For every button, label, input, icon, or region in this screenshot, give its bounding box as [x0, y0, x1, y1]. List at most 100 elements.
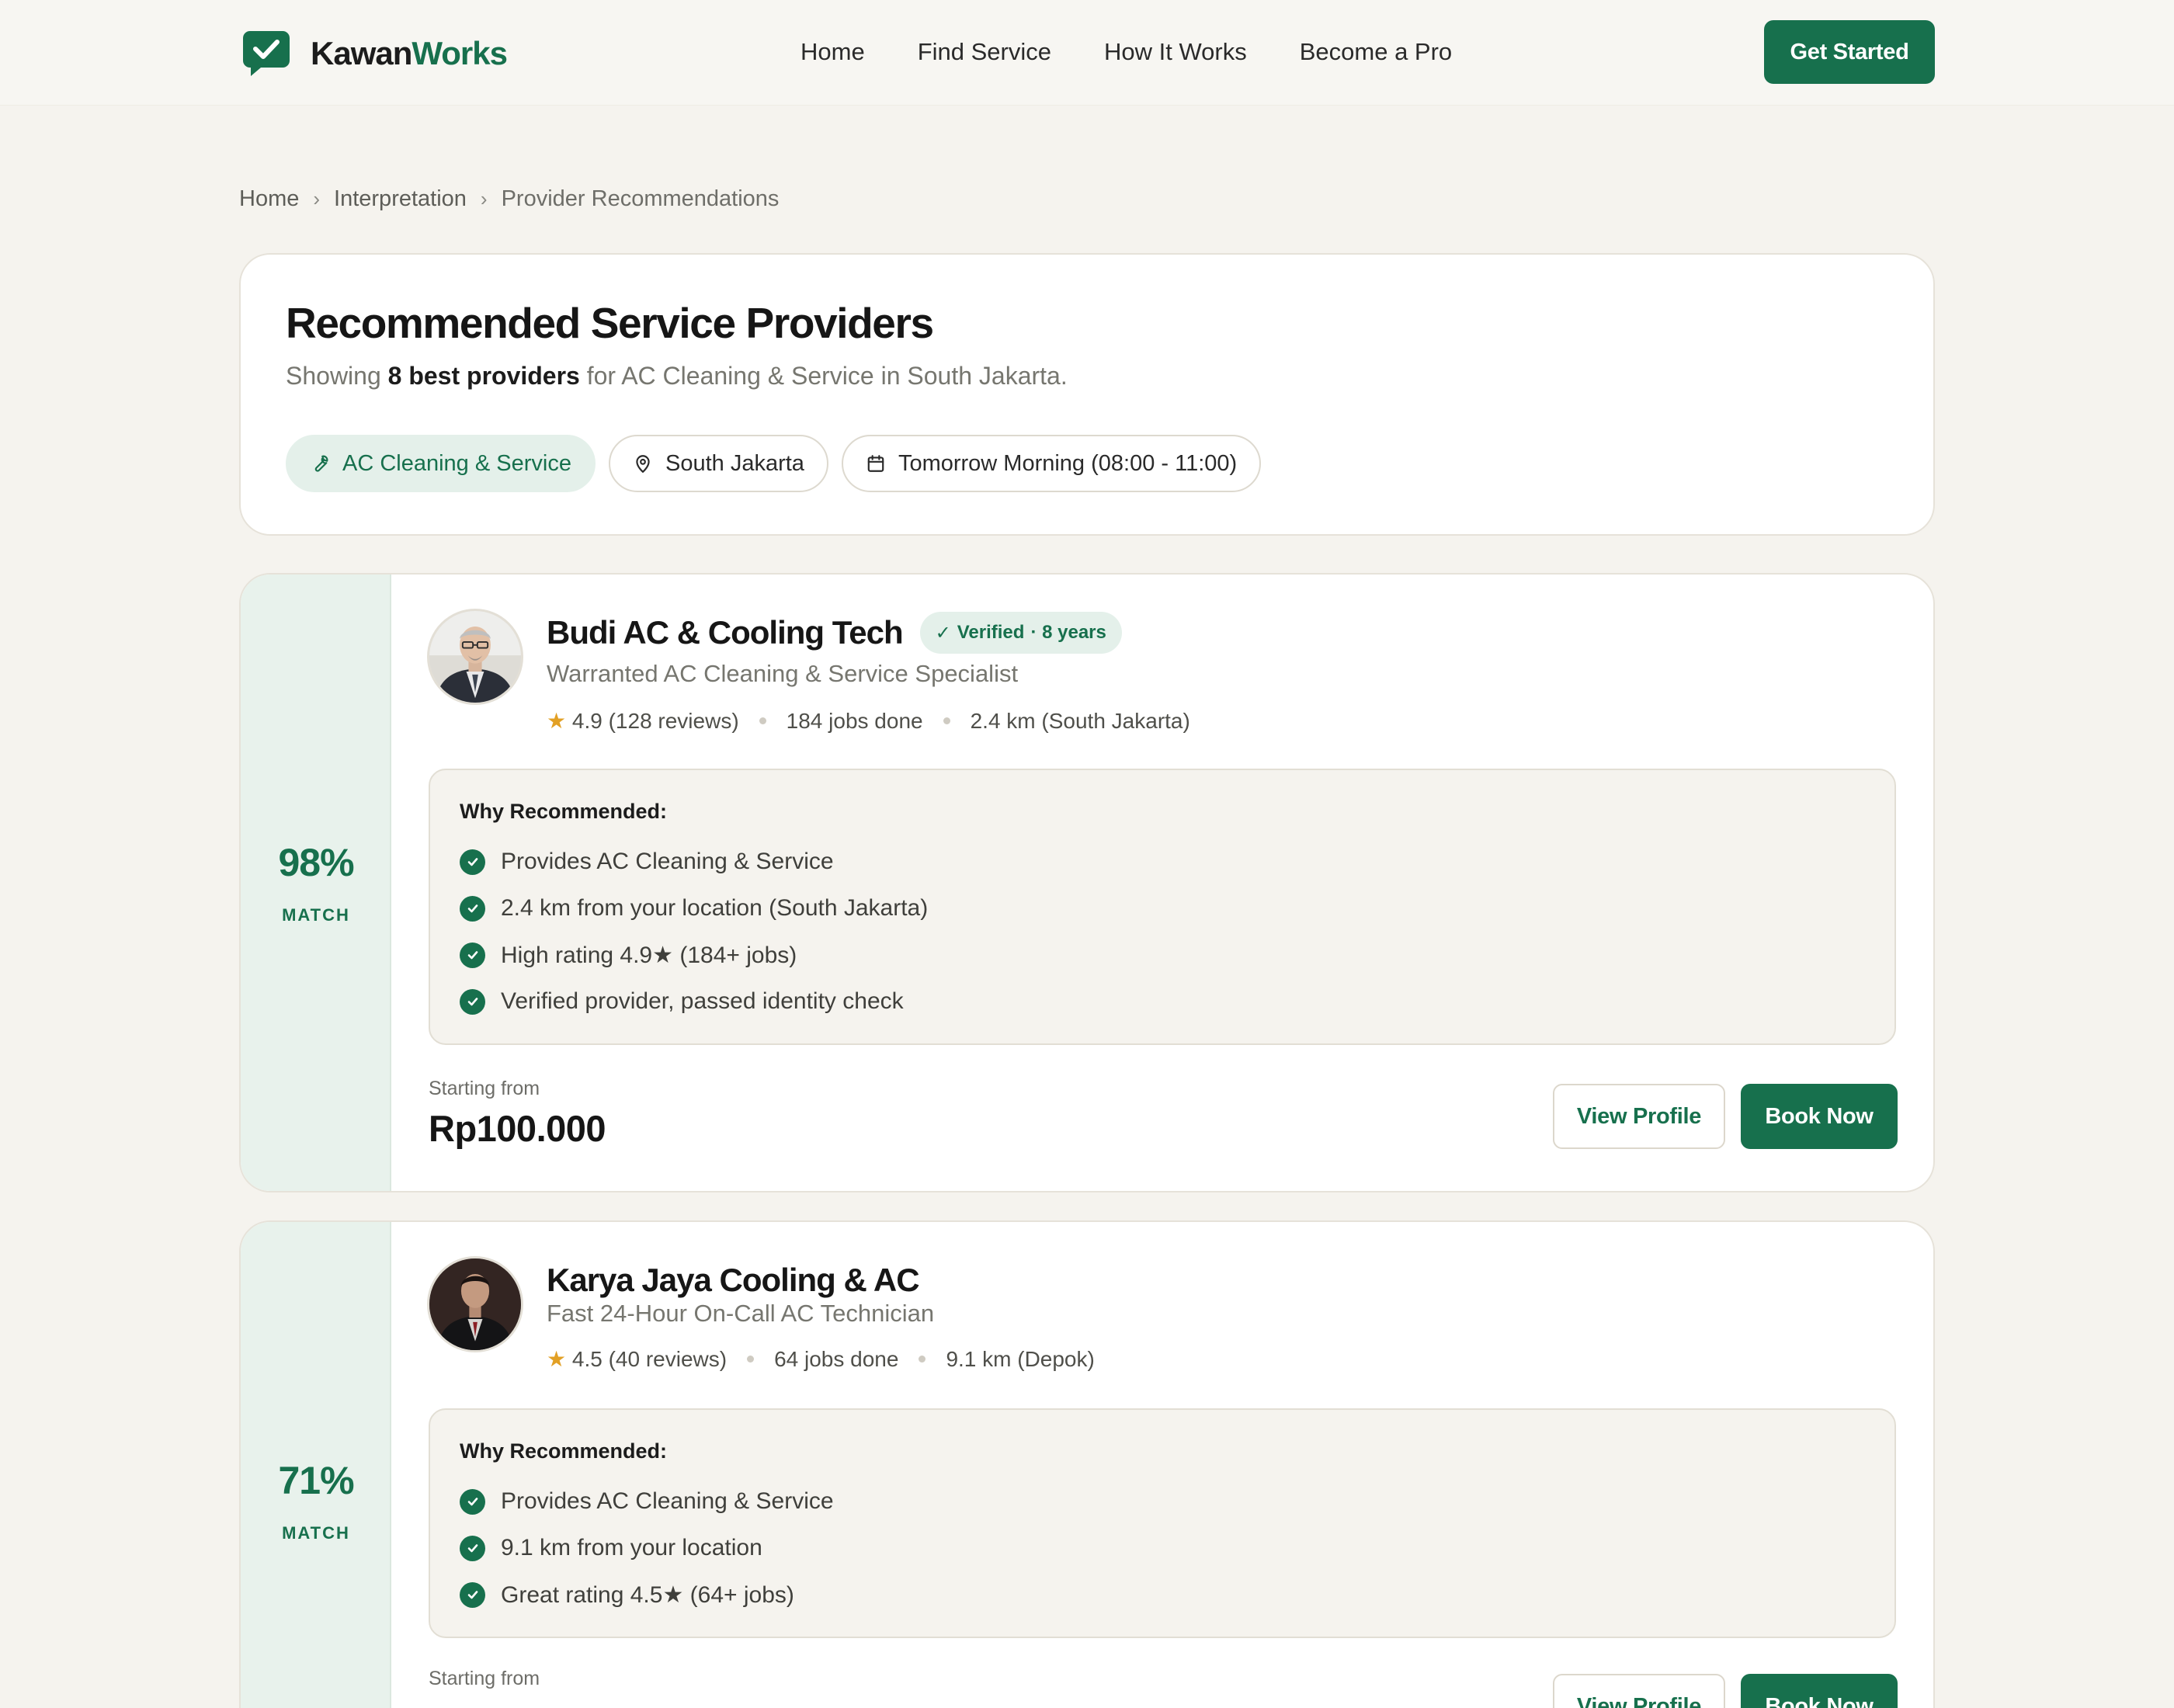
view-profile-button[interactable]: View Profile	[1553, 1084, 1725, 1149]
provider-name[interactable]: Budi AC & Cooling Tech	[547, 614, 904, 651]
separator-dot	[943, 717, 950, 724]
check-circle-icon	[460, 1581, 485, 1608]
page-title: Recommended Service Providers	[286, 299, 934, 347]
match-score-panel: 98% MATCH	[241, 575, 391, 1191]
years-label: · 8 years	[1030, 622, 1106, 643]
view-profile-button[interactable]: View Profile	[1553, 1674, 1725, 1708]
reason-item: Provides AC Cleaning & Service	[460, 838, 928, 885]
price-label: Starting from	[429, 1078, 540, 1099]
check-circle-icon	[460, 1488, 485, 1515]
provider-photo	[429, 1258, 521, 1350]
subtitle-suffix: for AC Cleaning & Service in South Jakar…	[586, 362, 1068, 390]
nav-become-a-pro[interactable]: Become a Pro	[1300, 38, 1452, 66]
chat-check-logo-icon	[243, 31, 290, 76]
why-recommended-box: Why Recommended: Provides AC Cleaning & …	[429, 1408, 1896, 1638]
main-nav: Home Find Service How It Works Become a …	[800, 33, 1452, 71]
match-score-panel: 71% MATCH	[241, 1222, 391, 1708]
reasons-list: Provides AC Cleaning & Service 9.1 km fr…	[460, 1478, 834, 1618]
separator-dot	[919, 1356, 926, 1363]
results-subtitle: Showing 8 best providers for AC Cleaning…	[286, 362, 1068, 391]
results-summary-card: Recommended Service Providers Showing 8 …	[239, 253, 1935, 536]
breadcrumb-current: Provider Recommendations	[501, 186, 780, 211]
reason-text: 9.1 km from your location	[501, 1535, 762, 1560]
match-score-label: MATCH	[282, 905, 350, 925]
avatar[interactable]	[427, 1256, 523, 1352]
filter-chip-schedule[interactable]: Tomorrow Morning (08:00 - 11:00)	[841, 435, 1262, 492]
filter-chip-location[interactable]: South Jakarta	[608, 435, 828, 492]
check-circle-icon	[460, 849, 485, 875]
provider-card: 98% MATCH Budi AC & Cooling Tech ✓ Verif…	[239, 573, 1935, 1192]
breadcrumb-interpretation[interactable]: Interpretation	[334, 186, 467, 212]
provider-name-row: Budi AC & Cooling Tech ✓ Verified · 8 ye…	[547, 606, 1122, 660]
breadcrumb: Home › Interpretation › Provider Recomme…	[239, 183, 779, 214]
get-started-button[interactable]: Get Started	[1764, 20, 1935, 84]
verified-badge: ✓ Verified · 8 years	[919, 612, 1122, 654]
calendar-icon	[867, 455, 884, 472]
filter-chips: AC Cleaning & Service South Jakarta Tomo…	[286, 435, 1262, 492]
book-now-button[interactable]: Book Now	[1741, 1084, 1898, 1149]
provider-tagline: Warranted AC Cleaning & Service Speciali…	[547, 660, 1019, 687]
price-label: Starting from	[429, 1668, 540, 1689]
verified-label: Verified	[957, 622, 1025, 643]
provider-stats: ★ 4.9 (128 reviews) 184 jobs done 2.4 km…	[547, 708, 1190, 734]
reason-item: 9.1 km from your location	[460, 1525, 834, 1571]
checkmark-icon: ✓	[935, 622, 951, 644]
brand-logo[interactable]: Kawan Works	[242, 30, 508, 78]
reasons-list: Provides AC Cleaning & Service 2.4 km fr…	[460, 838, 928, 1025]
match-score-value: 98%	[278, 841, 354, 884]
filter-chip-service[interactable]: AC Cleaning & Service	[286, 435, 596, 492]
wrench-icon	[314, 455, 328, 472]
distance-text: 9.1 km (Depok)	[946, 1346, 1095, 1371]
subtitle-prefix: Showing	[286, 362, 381, 390]
top-navigation-bar: Kawan Works Home Find Service How It Work…	[0, 0, 2174, 106]
star-icon: ★	[547, 1347, 567, 1371]
nav-find-service[interactable]: Find Service	[918, 38, 1051, 66]
price-value: Rp100.000	[429, 1108, 606, 1149]
why-recommended-box: Why Recommended: Provides AC Cleaning & …	[429, 769, 1896, 1045]
separator-dot	[747, 1356, 755, 1363]
rating-text: 4.5 (40 reviews)	[571, 1347, 728, 1371]
check-circle-icon	[460, 988, 485, 1015]
reason-item: High rating 4.9★ (184+ jobs)	[460, 932, 928, 978]
why-recommended-title: Why Recommended:	[460, 800, 668, 823]
match-score-value: 71%	[278, 1459, 354, 1502]
provider-tagline: Fast 24-Hour On-Call AC Technician	[547, 1300, 935, 1327]
match-score-label: MATCH	[282, 1523, 350, 1543]
distance-text: 2.4 km (South Jakarta)	[970, 708, 1190, 733]
check-circle-icon	[460, 1535, 485, 1561]
why-recommended-title: Why Recommended:	[460, 1439, 668, 1463]
avatar[interactable]	[427, 609, 523, 705]
nav-how-it-works[interactable]: How It Works	[1104, 38, 1247, 66]
subtitle-count: 8 best providers	[387, 362, 580, 390]
provider-card: 71% MATCH Karya Jaya Cooling & AC Fast 2…	[239, 1220, 1935, 1708]
jobs-done-text: 184 jobs done	[786, 708, 923, 733]
reason-item: Great rating 4.5★ (64+ jobs)	[460, 1571, 834, 1618]
brand-name-part2: Works	[412, 35, 508, 71]
check-circle-icon	[460, 895, 485, 922]
provider-name[interactable]: Karya Jaya Cooling & AC	[547, 1262, 920, 1299]
breadcrumb-chevron-icon: ›	[313, 186, 321, 210]
reason-text: Provides AC Cleaning & Service	[501, 1488, 834, 1514]
reason-text: High rating 4.9★ (184+ jobs)	[501, 942, 797, 968]
separator-dot	[759, 717, 766, 724]
brand-name: Kawan Works	[311, 35, 508, 72]
nav-home[interactable]: Home	[800, 38, 865, 66]
breadcrumb-home[interactable]: Home	[239, 186, 299, 212]
reason-text: Verified provider, passed identity check	[501, 988, 904, 1014]
reason-text: Great rating 4.5★ (64+ jobs)	[501, 1581, 794, 1608]
reason-text: 2.4 km from your location (South Jakarta…	[501, 895, 929, 921]
reason-text: Provides AC Cleaning & Service	[501, 849, 834, 874]
reason-item: 2.4 km from your location (South Jakarta…	[460, 885, 928, 932]
filter-chip-label: AC Cleaning & Service	[342, 450, 571, 476]
book-now-button[interactable]: Book Now	[1741, 1674, 1898, 1708]
rating-text: 4.9 (128 reviews)	[571, 709, 739, 733]
brand-name-part1: Kawan	[311, 35, 412, 71]
map-pin-icon	[636, 455, 650, 473]
provider-stats: ★ 4.5 (40 reviews) 64 jobs done 9.1 km (…	[547, 1346, 1095, 1372]
filter-chip-label: Tomorrow Morning (08:00 - 11:00)	[898, 450, 1238, 476]
reason-item: Verified provider, passed identity check	[460, 978, 928, 1025]
provider-photo	[429, 611, 521, 703]
star-icon: ★	[547, 709, 567, 733]
jobs-done-text: 64 jobs done	[774, 1346, 899, 1371]
check-circle-icon	[460, 942, 485, 968]
